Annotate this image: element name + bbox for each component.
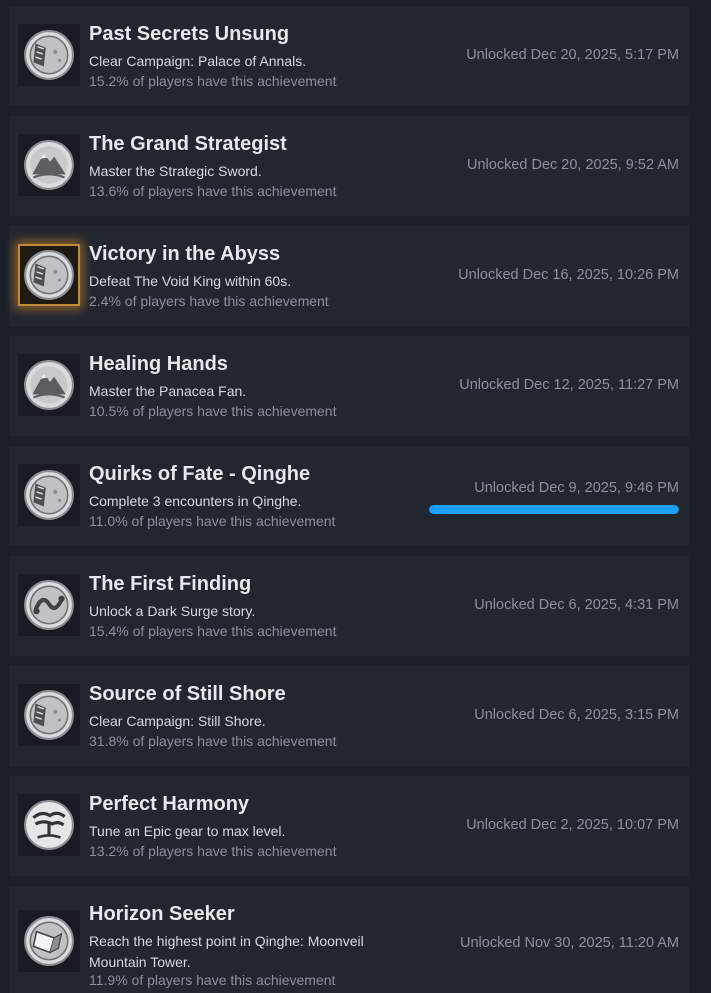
scroll-icon bbox=[24, 916, 74, 966]
progress-bar bbox=[429, 505, 679, 514]
achievement-percent: 31.8% of players have this achievement bbox=[89, 733, 337, 749]
achievement-icon-frame bbox=[18, 354, 80, 416]
achievement-row-6[interactable]: The First Finding Unlock a Dark Surge st… bbox=[9, 556, 689, 656]
achievement-percent: 11.0% of players have this achievement bbox=[89, 513, 336, 529]
unlock-date: Unlocked Dec 20, 2025, 5:17 PM bbox=[466, 47, 679, 63]
achievement-row-7[interactable]: Source of Still Shore Clear Campaign: St… bbox=[9, 666, 689, 766]
achievement-percent: 11.9% of players have this achievement bbox=[89, 972, 336, 988]
achievement-percent: 15.4% of players have this achievement bbox=[89, 623, 337, 639]
achievement-description: Clear Campaign: Still Shore. bbox=[89, 713, 266, 729]
unlock-date: Unlocked Nov 30, 2025, 11:20 AM bbox=[460, 935, 679, 951]
achievement-icon-frame bbox=[18, 910, 80, 972]
achievement-row-9[interactable]: Horizon Seeker Reach the highest point i… bbox=[9, 886, 689, 993]
achievement-description: Master the Strategic Sword. bbox=[89, 163, 262, 179]
unlock-date: Unlocked Dec 12, 2025, 11:27 PM bbox=[459, 377, 679, 393]
swirl-icon bbox=[24, 580, 74, 630]
progress-bar-fill bbox=[429, 505, 679, 514]
unlock-date: Unlocked Dec 6, 2025, 3:15 PM bbox=[474, 707, 679, 723]
achievement-title: Horizon Seeker bbox=[89, 903, 235, 925]
achievement-icon-frame bbox=[18, 574, 80, 636]
achievement-percent: 13.2% of players have this achievement bbox=[89, 843, 337, 859]
achievement-percent: 10.5% of players have this achievement bbox=[89, 403, 337, 419]
unlock-date: Unlocked Dec 9, 2025, 9:46 PM bbox=[474, 480, 679, 496]
achievement-icon-frame bbox=[18, 244, 80, 306]
achievement-row-3[interactable]: Victory in the Abyss Defeat The Void Kin… bbox=[9, 226, 689, 326]
achievement-title: Source of Still Shore bbox=[89, 683, 286, 705]
achievement-description: Unlock a Dark Surge story. bbox=[89, 603, 256, 619]
achievement-row-1[interactable]: Past Secrets Unsung Clear Campaign: Pala… bbox=[9, 6, 689, 106]
achievement-icon-frame bbox=[18, 134, 80, 196]
achievement-title: Victory in the Abyss bbox=[89, 243, 281, 265]
achievement-percent: 15.2% of players have this achievement bbox=[89, 73, 337, 89]
achievement-percent: 2.4% of players have this achievement bbox=[89, 293, 329, 309]
achievement-icon-frame bbox=[18, 794, 80, 856]
mountain-icon bbox=[24, 360, 74, 410]
achievement-title: Past Secrets Unsung bbox=[89, 23, 290, 45]
achievement-title: Quirks of Fate - Qinghe bbox=[89, 463, 311, 485]
achievement-icon-frame bbox=[18, 464, 80, 526]
achievement-title: Perfect Harmony bbox=[89, 793, 250, 815]
achievement-description: Clear Campaign: Palace of Annals. bbox=[89, 53, 307, 69]
achievement-row-4[interactable]: Healing Hands Master the Panacea Fan. 10… bbox=[9, 336, 689, 436]
achievement-description: Reach the highest point in Qinghe: Moonv… bbox=[89, 933, 364, 970]
achievement-description: Master the Panacea Fan. bbox=[89, 383, 247, 399]
achievement-icon-frame bbox=[18, 684, 80, 746]
unlock-date: Unlocked Dec 2, 2025, 10:07 PM bbox=[466, 817, 679, 833]
unlock-date: Unlocked Dec 6, 2025, 4:31 PM bbox=[474, 597, 679, 613]
achievement-percent: 13.6% of players have this achievement bbox=[89, 183, 337, 199]
unlock-date: Unlocked Dec 16, 2025, 10:26 PM bbox=[458, 267, 679, 283]
achievement-title: The First Finding bbox=[89, 573, 252, 595]
achievement-description: Defeat The Void King within 60s. bbox=[89, 273, 292, 289]
achievement-description: Complete 3 encounters in Qinghe. bbox=[89, 493, 302, 509]
achievement-list: Past Secrets Unsung Clear Campaign: Pala… bbox=[0, 0, 711, 993]
achievement-row-2[interactable]: The Grand Strategist Master the Strategi… bbox=[9, 116, 689, 216]
moon-book-icon bbox=[24, 30, 74, 80]
mountain-icon bbox=[24, 140, 74, 190]
achievement-title: The Grand Strategist bbox=[89, 133, 287, 155]
achievement-row-8[interactable]: Perfect Harmony Tune an Epic gear to max… bbox=[9, 776, 689, 876]
moon-book-icon bbox=[24, 250, 74, 300]
unlock-date: Unlocked Dec 20, 2025, 9:52 AM bbox=[467, 157, 679, 173]
achievement-row-5[interactable]: Quirks of Fate - Qinghe Complete 3 encou… bbox=[9, 446, 689, 546]
achievement-icon-frame bbox=[18, 24, 80, 86]
achievement-description: Tune an Epic gear to max level. bbox=[89, 823, 286, 839]
moon-book-icon bbox=[24, 690, 74, 740]
moon-book-icon bbox=[24, 470, 74, 520]
achievement-title: Healing Hands bbox=[89, 353, 228, 375]
tree-icon bbox=[24, 800, 74, 850]
